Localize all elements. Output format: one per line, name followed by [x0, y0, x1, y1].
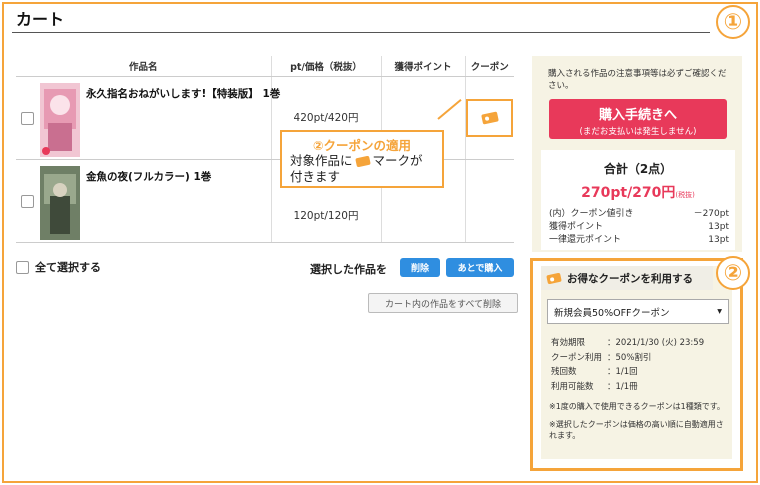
price-value: 120pt/120円 [293, 210, 359, 222]
callout-text-pre: 対象作品に [290, 153, 353, 168]
total-heading: 合計（2点） [603, 162, 673, 176]
header-title: 作品名 [16, 56, 271, 77]
total-breakdown: (内）クーポン値引き －270pt 獲得ポイント 13pt 一律還元ポイント 13pt [549, 208, 729, 247]
breakdown-value: 13pt [708, 222, 729, 232]
breakdown-label: 一律還元ポイント [549, 235, 622, 245]
delete-button[interactable]: 削除 [400, 258, 440, 277]
breakdown-value: －270pt [693, 209, 729, 219]
coupon-note: ※1度の購入で使用できるクーポンは1種類です。 [549, 402, 725, 411]
callout-title: ②クーポンの適用 [312, 138, 412, 153]
total-value: 270pt/270円 [581, 185, 676, 201]
coupon-detail-row: 利用可能数 ：1/1冊 [551, 380, 704, 395]
coupon-panel-title[interactable]: お得なクーポンを利用する [567, 271, 693, 286]
step-marker-2: ② [716, 256, 750, 290]
title-cell: 金魚の夜(フルカラー) 1巻 [16, 159, 271, 243]
step-marker-1: ① [716, 5, 750, 39]
select-all-checkbox[interactable] [16, 260, 29, 274]
callout-text-line2: 付きます [290, 169, 341, 184]
breakdown-row: 獲得ポイント 13pt [549, 221, 729, 234]
book-title[interactable]: 永久指名おねがいします!【特装版】 1巻 [86, 87, 286, 102]
select-all-label[interactable]: 全て選択する [35, 259, 101, 275]
book-cover-image[interactable] [40, 165, 80, 240]
header-points: 獲得ポイント [380, 56, 465, 77]
callout-text-post: マークが [372, 153, 423, 168]
breakdown-row: 一律還元ポイント 13pt [549, 234, 729, 247]
book-title[interactable]: 金魚の夜(フルカラー) 1巻 [86, 170, 286, 185]
detail-value: ：50%割引 [607, 352, 652, 363]
clear-cart-button[interactable]: カート内の作品をすべて削除 [368, 293, 518, 313]
page-title: カート [16, 10, 65, 29]
total-amount: 270pt/270円(税抜) [541, 182, 735, 202]
price-value: 420pt/420円 [293, 112, 359, 124]
coupon-tag-icon [480, 110, 499, 125]
coupon-select[interactable]: 新規会員50%OFFクーポン ▾ [547, 299, 729, 324]
coupon-detail-row: クーポン利用 ：50%割引 [551, 351, 704, 366]
checkout-sublabel[interactable]: (まだお支払いは発生しません) [549, 125, 727, 137]
coupon-details: 有効期限 ：2021/1/30 (火) 23:59 クーポン利用 ：50%割引 残回… [551, 336, 704, 394]
coupon-callout: ②クーポンの適用 対象作品に マークが 付きます [280, 130, 444, 188]
detail-key: 残回数 [551, 367, 577, 377]
row-checkbox[interactable] [21, 194, 34, 208]
coupon-detail-row: 有効期限 ：2021/1/30 (火) 23:59 [551, 336, 704, 351]
total-box: 合計（2点） 270pt/270円(税抜) (内）クーポン値引き －270pt 獲… [541, 150, 735, 250]
coupon-applied-highlight [466, 98, 514, 137]
checkout-button[interactable]: 購入手続きへ (まだお支払いは発生しません) [549, 99, 727, 139]
purchase-notice: 購入される作品の注意事項等は必ずご確認ください。 [548, 69, 727, 91]
coupon-panel-header[interactable]: お得なクーポンを利用する [541, 266, 713, 290]
detail-key: 有効期限 [551, 338, 586, 348]
breakdown-value: 13pt [708, 235, 729, 245]
coupon-select-value[interactable]: 新規会員50%OFFクーポン [554, 305, 670, 319]
detail-key: 利用可能数 [551, 381, 594, 392]
buy-later-button[interactable]: あとで購入 [446, 258, 514, 277]
table-header-row: 作品名 pt/価格（税抜） 獲得ポイント クーポン [16, 56, 514, 77]
row-checkbox[interactable] [21, 111, 34, 125]
breakdown-label: 獲得ポイント [549, 222, 604, 232]
breakdown-label: (内）クーポン値引き [549, 209, 634, 219]
coupon-cell [464, 159, 514, 243]
dropdown-arrow-icon[interactable]: ▾ [717, 306, 722, 317]
detail-value: ：1/1回 [607, 367, 638, 377]
coupon-tag-icon [354, 155, 371, 168]
detail-key: クーポン利用 [551, 352, 603, 363]
selected-items-label: 選択した作品を [310, 263, 387, 276]
callout-body: 対象作品に マークが 付きます [290, 153, 423, 185]
title-cell: 永久指名おねがいします!【特装版】 1巻 [16, 76, 280, 160]
header-coupon: クーポン [464, 56, 514, 77]
detail-value: ：1/1冊 [607, 381, 638, 392]
tax-note: (税抜) [675, 191, 695, 199]
coupon-note: ※選択したクーポンは価格の高い順に自動適用されます。 [549, 420, 724, 440]
coupon-notes: ※1度の購入で使用できるクーポンは1種類です。 ※選択したクーポンは価格の高い順… [549, 401, 731, 448]
coupon-detail-row: 残回数 ：1/1回 [551, 365, 704, 380]
breakdown-row: (内）クーポン値引き －270pt [549, 208, 729, 221]
checkout-label[interactable]: 購入手続きへ [549, 104, 727, 123]
book-cover-image[interactable] [40, 82, 80, 157]
detail-value: ：2021/1/30 (火) 23:59 [607, 338, 705, 348]
coupon-tag-icon [546, 272, 562, 284]
select-all[interactable]: 全て選択する [16, 259, 101, 275]
coupon-cell [464, 76, 514, 160]
header-price: pt/価格（税抜） [270, 56, 381, 77]
title-divider [12, 32, 710, 33]
